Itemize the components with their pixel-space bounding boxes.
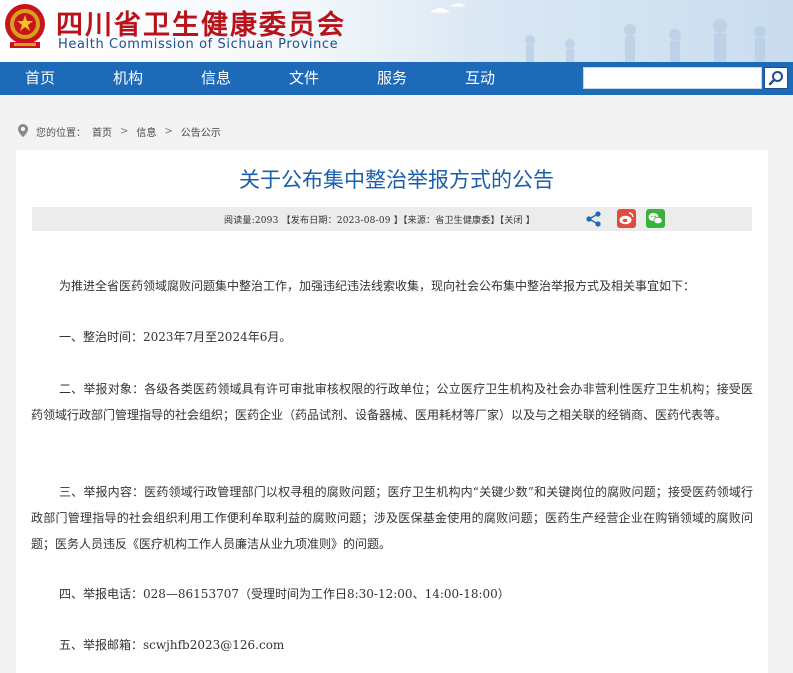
article-title: 关于公布集中整治举报方式的公告: [239, 168, 554, 192]
nav-item-services[interactable]: 服务: [352, 62, 432, 95]
article-paragraph: 四、举报电话：028—86153707（受理时间为工作日8:30-12:00、1…: [59, 587, 510, 601]
wechat-icon[interactable]: [646, 209, 665, 228]
location-pin-icon: [18, 124, 28, 137]
search-input[interactable]: [583, 67, 762, 89]
weibo-icon[interactable]: [617, 209, 636, 228]
share-icon[interactable]: [585, 210, 603, 228]
article-paragraph: 三、举报内容：医药领域行政管理部门以权寻租的腐败问题；医疗卫生机构内“关键少数”…: [31, 485, 753, 551]
nav-item-home[interactable]: 首页: [0, 62, 80, 95]
site-header: 四川省卫生健康委员会 Health Commission of Sichuan …: [0, 0, 793, 62]
breadcrumb-separator: >: [164, 125, 173, 137]
breadcrumb-prefix: 您的位置：: [36, 127, 86, 139]
article-paragraph: 一、整治时间：2023年7月至2024年6月。: [59, 330, 292, 344]
nav-item-documents[interactable]: 文件: [264, 62, 344, 95]
article-paragraph: 为推进全省医药领域腐败问题集中整治工作，加强违纪违法线索收集，现向社会公布集中整…: [59, 279, 696, 293]
nav-item-organization[interactable]: 机构: [88, 62, 168, 95]
search-icon: [768, 71, 783, 86]
site-subtitle: Health Commission of Sichuan Province: [58, 37, 339, 52]
breadcrumb: 您的位置： 首页 > 信息 > 公告公示: [16, 122, 221, 140]
nav-item-information[interactable]: 信息: [176, 62, 256, 95]
national-emblem-icon: [5, 4, 45, 48]
breadcrumb-info-link[interactable]: 信息: [136, 124, 156, 139]
header-decoration: [430, 3, 766, 62]
breadcrumb-notice-link[interactable]: 公告公示: [181, 124, 221, 139]
breadcrumb-home-link[interactable]: 首页: [92, 124, 112, 139]
article-paragraph: 二、举报对象：各级各类医药领域具有许可审批审核权限的行政单位；公立医疗卫生机构及…: [31, 382, 753, 422]
search-button[interactable]: [764, 67, 788, 89]
article-paragraph: 五、举报邮箱：scwjhfb2023@126.com: [59, 638, 285, 652]
nav-item-interaction[interactable]: 互动: [440, 62, 520, 95]
article-meta: 阅读量:2093 【发布日期：2023-08-09 】【来源：省卫生健康委】【关…: [224, 216, 536, 226]
breadcrumb-separator: >: [120, 125, 129, 137]
